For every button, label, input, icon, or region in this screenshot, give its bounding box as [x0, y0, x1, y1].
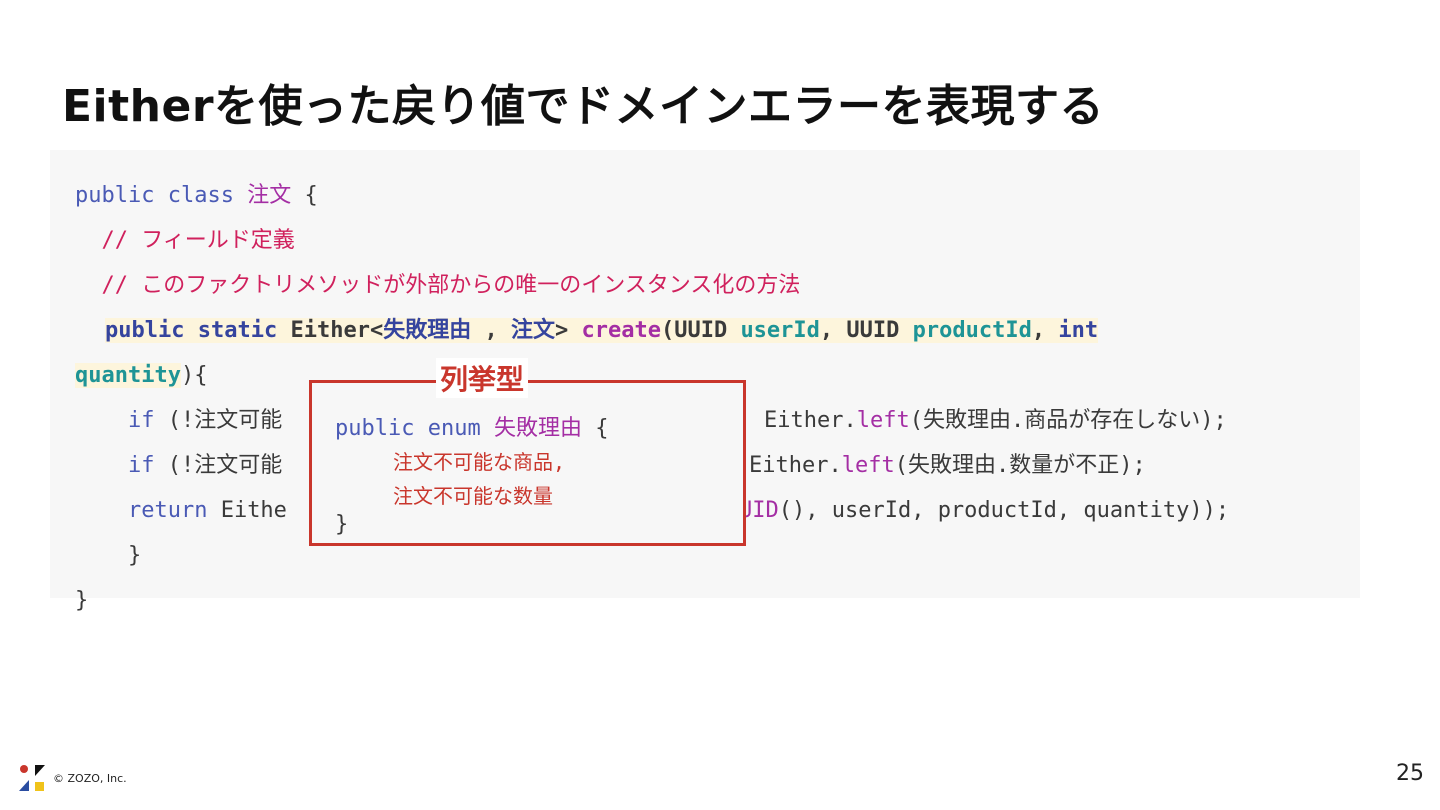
code-line-if-quantity-tail: Either.left(失敗理由.数量が不正); — [749, 443, 1146, 488]
enum-closing-brace: } — [335, 512, 349, 537]
code-closing-brace-class: } — [75, 588, 89, 613]
keyword-return: return — [75, 498, 208, 523]
code-line-if-product-tail: Either.left(失敗理由.商品が存在しない); — [764, 398, 1227, 443]
zozo-logo-icon — [19, 765, 45, 791]
code-comma: , — [819, 318, 847, 343]
keyword-static: static — [197, 318, 278, 343]
type-uuid: UUID — [674, 318, 741, 343]
method-left: left — [841, 453, 895, 478]
code-comment-factory: // このファクトリメソッドが外部からの唯一のインスタンス化の方法 — [75, 273, 801, 298]
code-line-class-declaration: public class 注文 { — [75, 173, 318, 218]
code-failure-product: (失敗理由.商品が存在しない); — [909, 408, 1227, 433]
code-comma: , — [1031, 318, 1059, 343]
keyword-int: int — [1058, 318, 1099, 343]
code-condition: (!注文可能 — [154, 453, 283, 478]
code-block: public class 注文 { // フィールド定義 // このファクトリメ… — [75, 173, 1229, 723]
code-brace: { — [291, 183, 318, 208]
code-closing-brace-method: } — [75, 543, 142, 568]
page-number: 25 — [1396, 761, 1424, 786]
keyword-if: if — [75, 453, 155, 478]
code-failure-quantity: (失敗理由.数量が不正); — [894, 453, 1146, 478]
code-line-factory-signature: public static Either<失敗理由 , 注文> create(U… — [105, 308, 1099, 353]
param-userid: userId — [740, 318, 820, 343]
code-paren: ( — [660, 318, 675, 343]
code-angle: > — [554, 318, 582, 343]
copyright-text: © ZOZO, Inc. — [53, 772, 127, 785]
type-failure-reason: 失敗理由 — [383, 318, 472, 343]
code-line-if-product: if (!注文可能 — [75, 398, 282, 443]
class-name: 注文 — [247, 183, 292, 208]
enum-name: 失敗理由 — [493, 416, 582, 441]
type-uuid: UUID — [846, 318, 913, 343]
method-create: create — [581, 318, 661, 343]
enum-code: public enum 失敗理由 { 注文不可能な商品, 注文不可能な数量 } — [335, 410, 608, 537]
enum-callout-label: 列挙型 — [436, 358, 529, 398]
code-either-ref: Either. — [749, 453, 842, 478]
code-comma: , — [471, 318, 511, 343]
param-quantity: quantity — [75, 363, 181, 388]
code-comment-fields: // フィールド定義 — [75, 228, 295, 253]
code-condition: (!注文可能 — [154, 408, 283, 433]
code-line-if-quantity: if (!注文可能 — [75, 443, 282, 488]
enum-item-quantity: 注文不可能な数量 — [393, 484, 553, 508]
keyword-if: if — [75, 408, 155, 433]
code-return-args: (), userId, productId, quantity)); — [778, 498, 1230, 523]
code-either-ref: Eithe — [207, 498, 287, 523]
keyword-public: public — [335, 416, 415, 441]
slide-title: Eitherを使った戻り値でドメインエラーを表現する — [62, 81, 1105, 132]
type-order: 注文 — [510, 318, 555, 343]
type-either: Either< — [290, 318, 384, 343]
enum-declaration: public enum 失敗理由 { — [335, 410, 608, 442]
enum-item-product: 注文不可能な商品, — [393, 450, 566, 474]
keyword-enum: enum — [427, 416, 481, 441]
keyword-public: public — [75, 183, 155, 208]
code-brace: { — [581, 416, 609, 441]
code-paren: ){ — [180, 363, 208, 388]
param-productid: productId — [912, 318, 1032, 343]
code-either-ref: Either. — [764, 408, 857, 433]
keyword-class: class — [167, 183, 234, 208]
code-line-return: return Eithe — [75, 488, 287, 533]
method-left: left — [856, 408, 910, 433]
keyword-public: public — [105, 318, 185, 343]
code-line-return-tail: UID(), userId, productId, quantity)); — [739, 488, 1229, 533]
code-line-factory-signature-cont: quantity){ — [75, 353, 207, 398]
